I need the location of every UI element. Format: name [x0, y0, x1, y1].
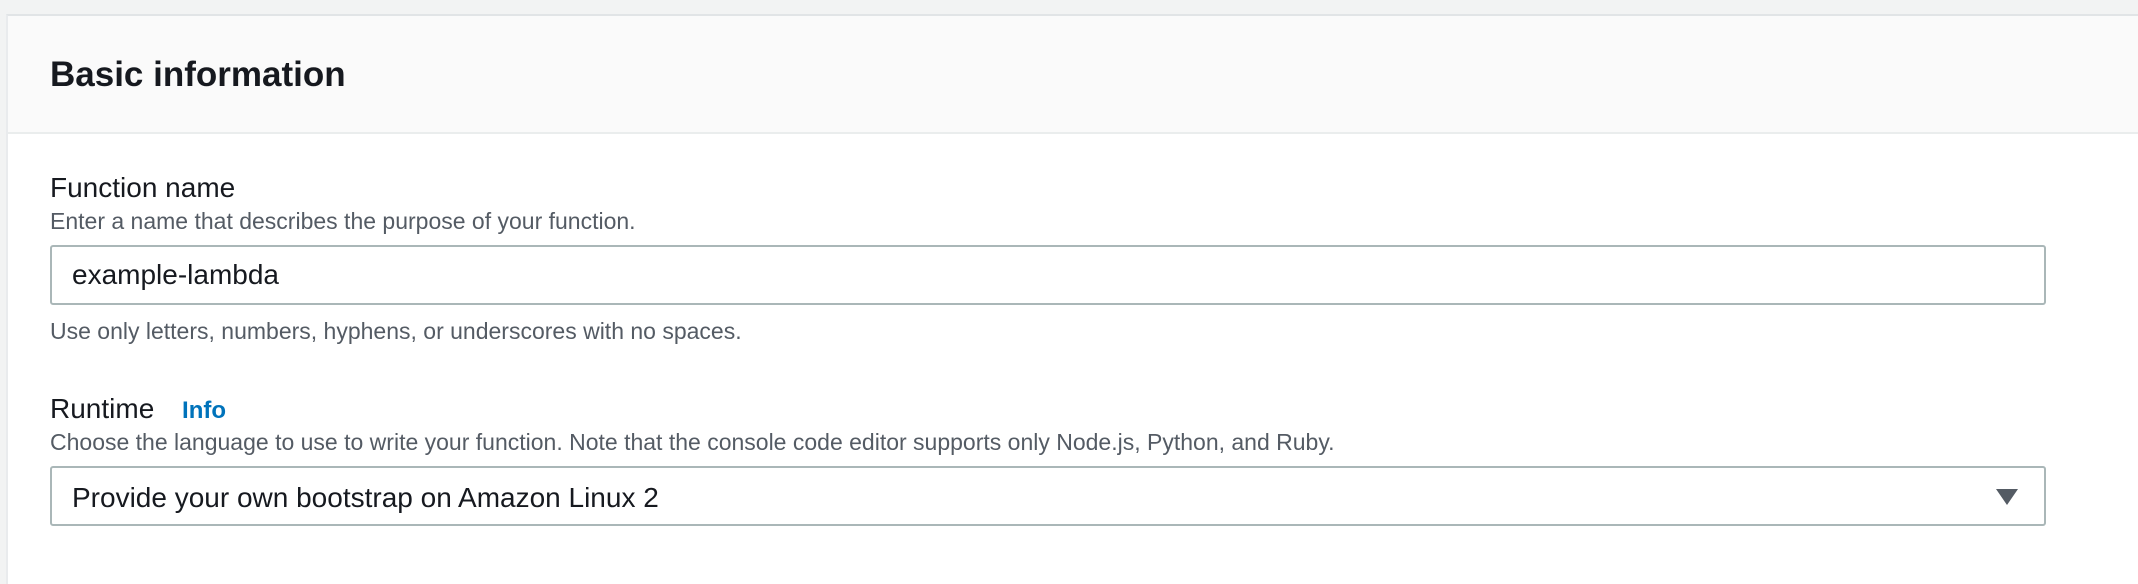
basic-information-panel: Basic information Function name Enter a …: [6, 14, 2138, 584]
panel-title: Basic information: [50, 55, 346, 94]
runtime-label: Runtime: [50, 393, 155, 424]
function-name-description: Enter a name that describes the purpose …: [50, 208, 636, 234]
runtime-select[interactable]: Provide your own bootstrap on Amazon Lin…: [50, 466, 2046, 526]
function-name-label: Function name: [50, 172, 236, 203]
chevron-down-icon: [1996, 489, 2018, 505]
runtime-info-link[interactable]: Info: [182, 397, 226, 426]
runtime-selected-value: Provide your own bootstrap on Amazon Lin…: [72, 482, 659, 513]
panel-header: Basic information: [8, 16, 2138, 134]
runtime-description: Choose the language to use to write your…: [50, 429, 1335, 455]
function-name-constraint: Use only letters, numbers, hyphens, or u…: [50, 318, 742, 344]
runtime-label-row: Runtime Info: [50, 392, 226, 426]
function-name-input[interactable]: [50, 245, 2046, 305]
